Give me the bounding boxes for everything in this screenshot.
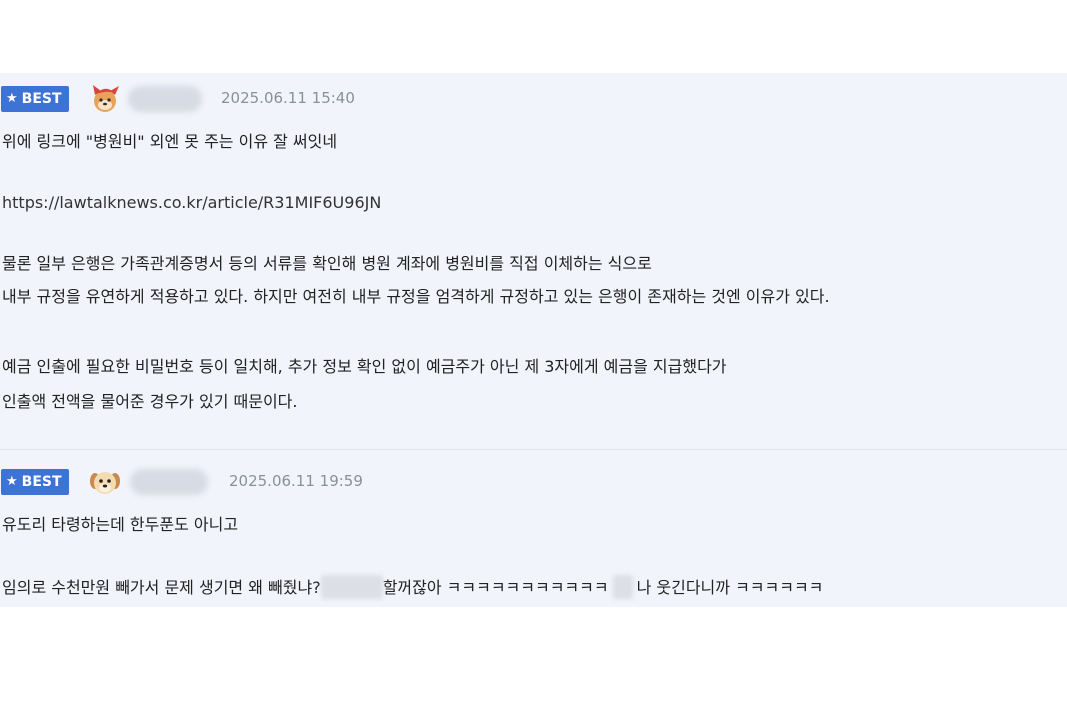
star-icon: ★ xyxy=(6,474,18,489)
comment-text-segment: 할꺼잖아 ㅋㅋㅋㅋㅋㅋㅋㅋㅋㅋㅋ xyxy=(382,578,609,597)
best-badge: ★ BEST xyxy=(1,86,69,112)
best-badge-label: BEST xyxy=(21,474,62,490)
comment-item: ★ BEST 2025.06.11 15:40 위에 링크에 "병원비" 외엔 … xyxy=(0,73,1067,449)
comment-text-line: 위에 링크에 "병원비" 외엔 못 주는 이유 잘 써잇네 xyxy=(2,132,338,151)
comments-panel: ★ BEST 2025.06.11 15:40 위에 링크에 "병원비" 외엔 … xyxy=(0,73,1067,607)
comment-date: 2025.06.11 19:59 xyxy=(229,472,363,490)
best-badge-label: BEST xyxy=(21,91,62,107)
puppy-avatar-icon[interactable] xyxy=(88,465,122,499)
redacted-text xyxy=(320,575,383,599)
comment-text-segment: 임의로 수천만원 빼가서 문제 생기면 왜 빼줬냐? xyxy=(2,578,321,597)
redacted-text xyxy=(612,575,633,599)
nickname-blurred[interactable] xyxy=(128,86,202,112)
comment-meta: ★ BEST 2025.06.11 15:40 xyxy=(0,84,700,114)
article-link[interactable]: https://lawtalknews.co.kr/article/R31MIF… xyxy=(2,193,381,213)
star-icon: ★ xyxy=(6,91,18,106)
comment-text-line: 인출액 전액을 물어준 경우가 있기 때문이다. xyxy=(2,392,298,411)
best-badge: ★ BEST xyxy=(1,469,69,495)
comment-text-line: 유도리 타령하는데 한두푼도 아니고 xyxy=(2,515,239,534)
fox-avatar-icon[interactable] xyxy=(88,82,122,116)
comment-item: ★ BEST 2025.06.11 19:59 유도리 타령하는데 한두푼도 아… xyxy=(0,450,1067,607)
comment-text-line: 임의로 수천만원 빼가서 문제 생기면 왜 빼줬냐? 할꺼잖아 ㅋㅋㅋㅋㅋㅋㅋㅋㅋ… xyxy=(2,575,823,599)
comment-text-line: 물론 일부 은행은 가족관계증명서 등의 서류를 확인해 병원 계좌에 병원비를… xyxy=(2,254,652,273)
nickname-blurred[interactable] xyxy=(130,469,208,495)
comment-text-line: 예금 인출에 필요한 비밀번호 등이 일치해, 추가 정보 확인 없이 예금주가… xyxy=(2,357,727,376)
comment-text-segment: 나 웃긴다니까 ㅋㅋㅋㅋㅋㅋ xyxy=(636,578,824,597)
comment-meta: ★ BEST 2025.06.11 19:59 xyxy=(0,467,700,497)
comment-date: 2025.06.11 15:40 xyxy=(221,89,355,107)
comment-text-line: 내부 규정을 유연하게 적용하고 있다. 하지만 여전히 내부 규정을 엄격하게… xyxy=(2,287,830,306)
